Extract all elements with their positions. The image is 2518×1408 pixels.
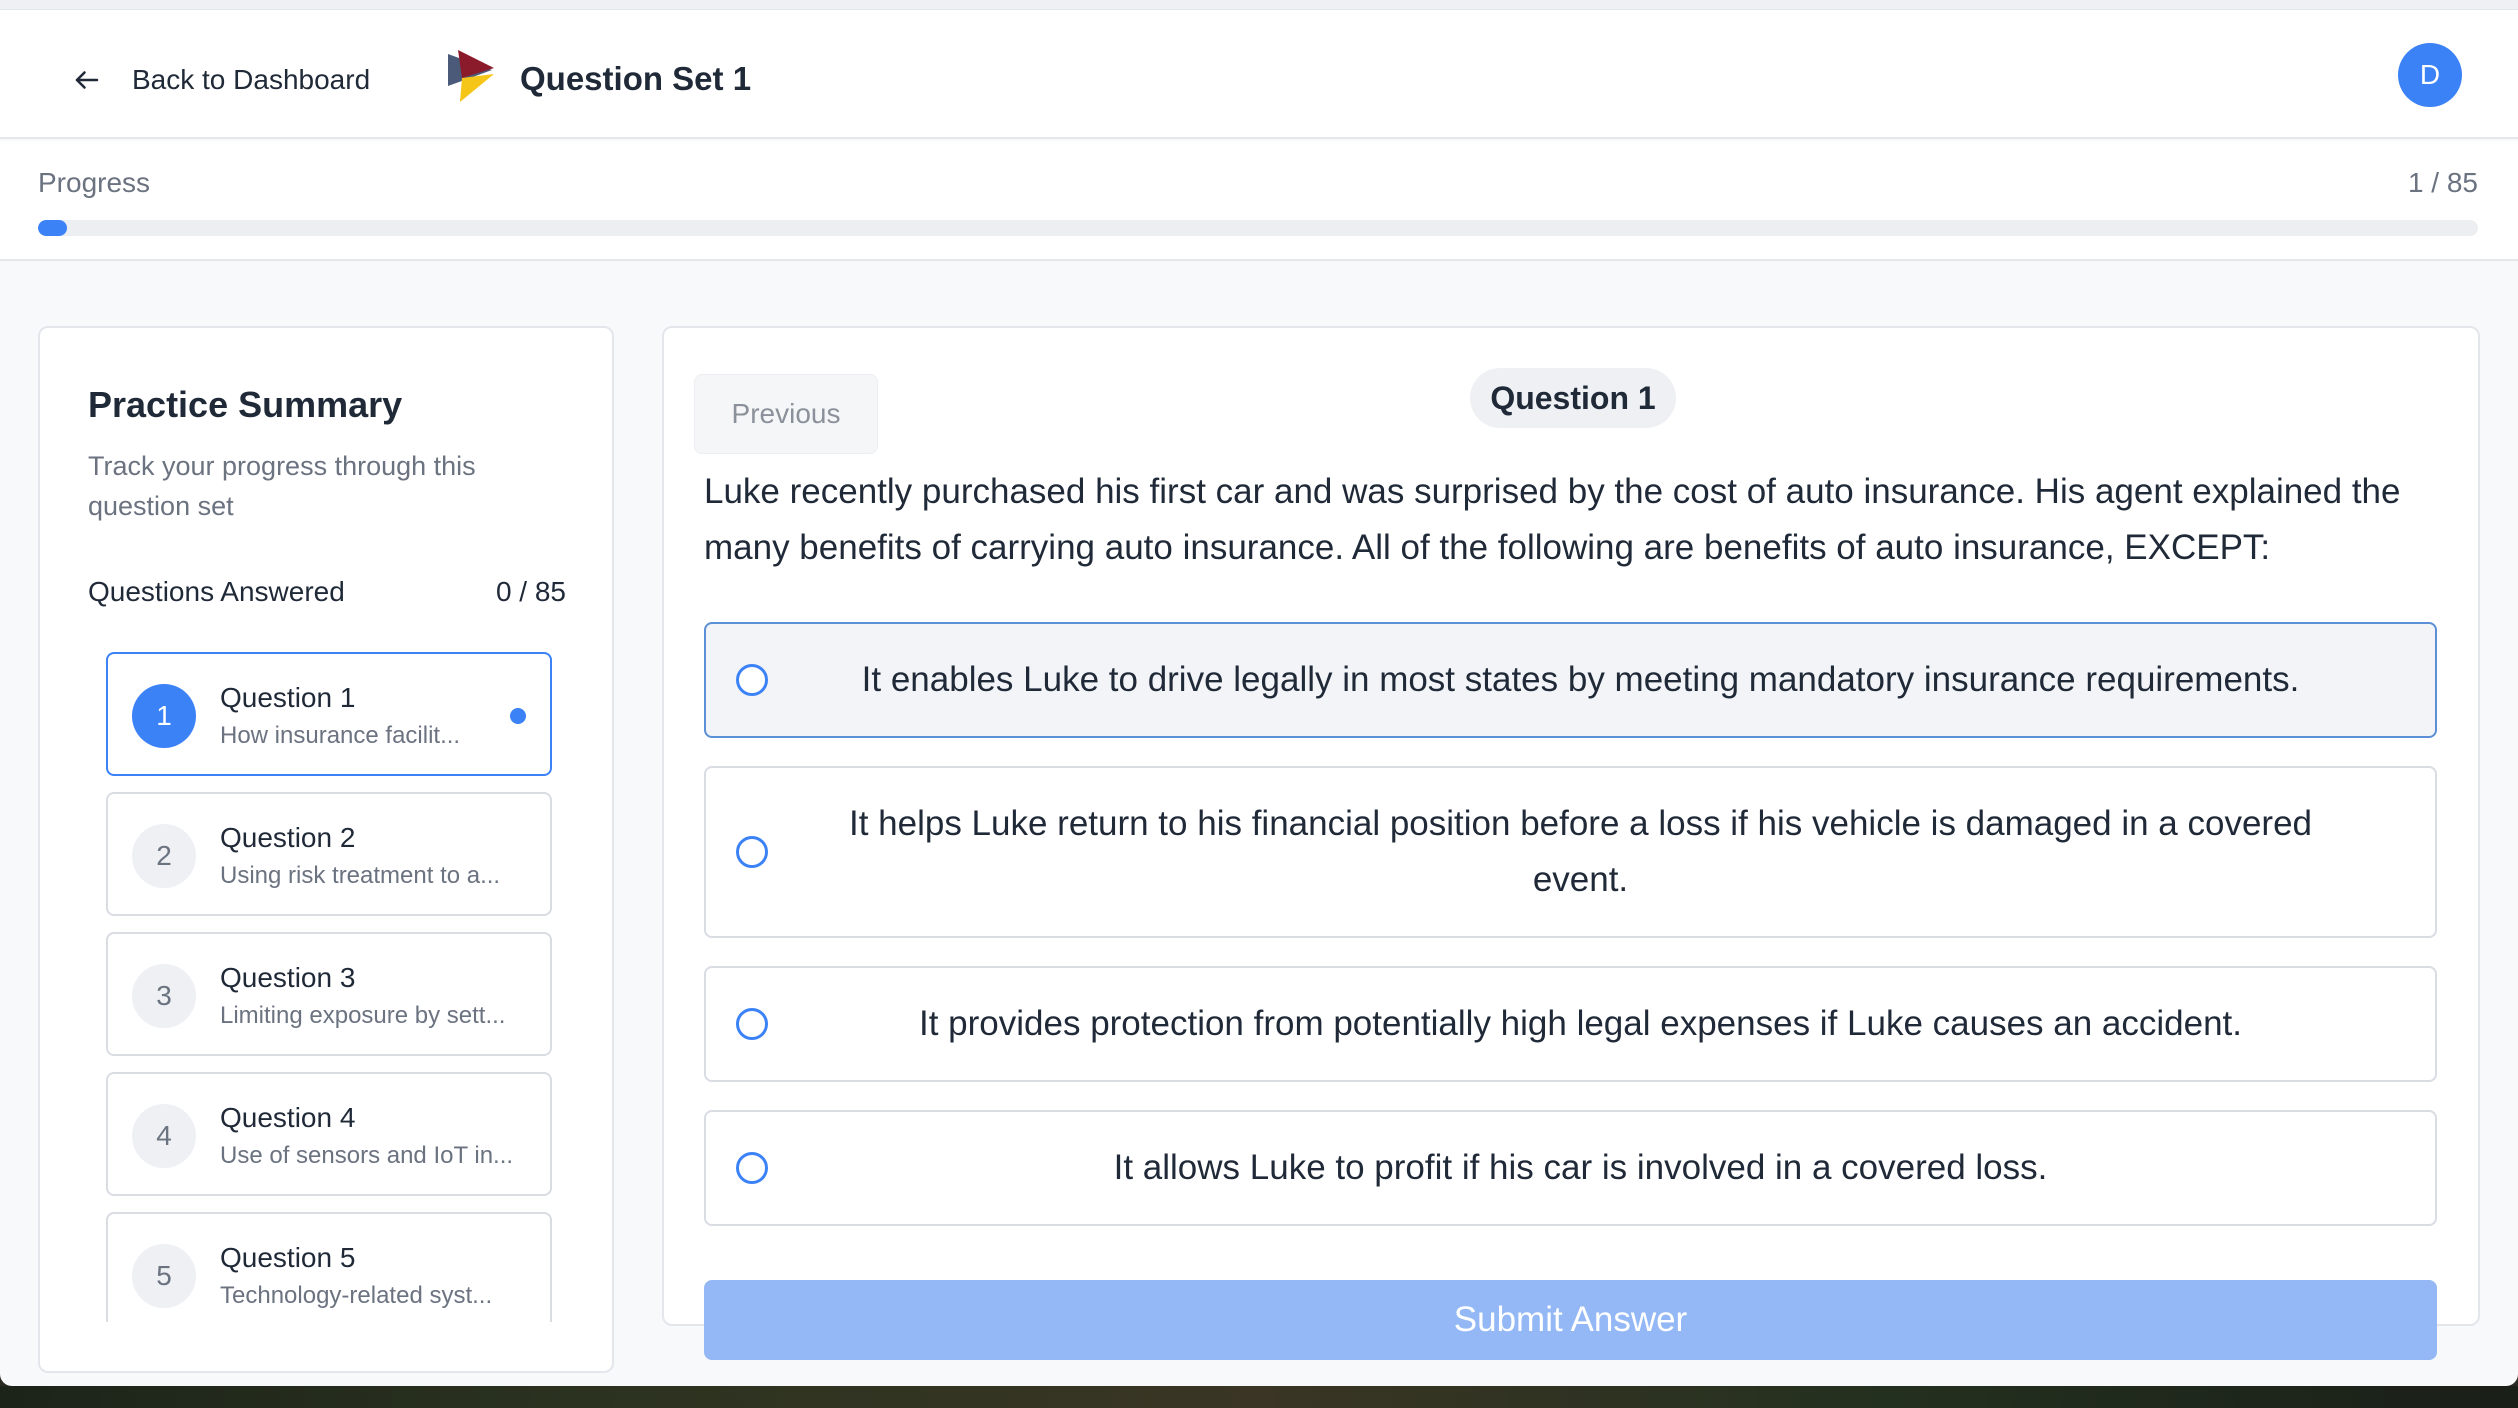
practice-summary-panel: Practice Summary Track your progress thr… (38, 326, 614, 1373)
question-number-badge: 1 (132, 684, 196, 748)
previous-button[interactable]: Previous (694, 374, 878, 454)
progress-bar (38, 220, 2478, 236)
top-header: Back to Dashboard Question Set 1 D (0, 10, 2518, 139)
question-text: Luke recently purchased his first car an… (704, 472, 2401, 567)
progress-bar-fill (38, 220, 67, 236)
question-item-title: Question 4 (220, 1102, 356, 1133)
question-item-snippet: Using risk treatment to a... (220, 862, 501, 889)
radio-button[interactable] (736, 664, 768, 696)
question-item-title: Question 2 (220, 822, 356, 853)
question-item-title: Question 5 (220, 1242, 356, 1273)
user-avatar[interactable]: D (2398, 43, 2462, 107)
submit-answer-button[interactable]: Submit Answer (704, 1280, 2437, 1360)
question-set-title: Question Set 1 (520, 60, 752, 97)
question-number-badge: 2 (132, 824, 196, 888)
answer-option-b[interactable]: It helps Luke return to his financial po… (704, 766, 2437, 938)
progress-label: Progress (38, 167, 151, 198)
radio-button[interactable] (736, 1008, 768, 1040)
back-to-dashboard-label: Back to Dashboard (132, 64, 371, 95)
question-list-item[interactable]: 1 Question 1 How insurance facilit... (106, 652, 552, 776)
question-list-item[interactable]: 4 Question 4 Use of sensors and IoT in..… (106, 1072, 552, 1196)
radio-button[interactable] (736, 836, 768, 868)
question-number-badge: 4 (132, 1104, 196, 1168)
desktop-background-strip (0, 1386, 2518, 1408)
progress-count: 1 / 85 (2407, 167, 2478, 198)
question-item-snippet: How insurance facilit... (220, 722, 461, 749)
question-item-snippet: Technology-related syst... (220, 1282, 493, 1309)
question-list-item[interactable]: 3 Question 3 Limiting exposure by sett..… (106, 932, 552, 1056)
question-number-badge: 3 (132, 964, 196, 1028)
questions-answered-count: 0 / 85 (495, 576, 566, 607)
question-number-badge: 5 (132, 1244, 196, 1308)
question-panel: Previous Question 1 Luke recently purcha… (662, 326, 2480, 1360)
question-item-title: Question 1 (220, 682, 356, 713)
arrow-left-icon (75, 71, 99, 89)
answer-option-c[interactable]: It provides protection from potentially … (704, 966, 2437, 1082)
practice-summary-subtitle: Track your progress through this questio… (88, 451, 476, 521)
questions-answered-label: Questions Answered (88, 576, 345, 607)
answer-option-text: It provides protection from potentially … (919, 1004, 2242, 1043)
question-list-item[interactable]: 2 Question 2 Using risk treatment to a..… (106, 792, 552, 916)
answer-option-d[interactable]: It allows Luke to profit if his car is i… (704, 1110, 2437, 1226)
progress-section: Progress 1 / 85 (0, 141, 2518, 261)
questions-answered-row: Questions Answered 0 / 85 (88, 576, 566, 608)
answer-option-text: It helps Luke return to his financial po… (848, 804, 2313, 899)
app-logo-icon (448, 50, 494, 102)
question-list[interactable]: 1 Question 1 How insurance facilit... 2 … (106, 652, 552, 1322)
question-item-snippet: Limiting exposure by sett... (220, 1002, 506, 1029)
window-top-edge (0, 0, 2518, 10)
answer-option-text: It allows Luke to profit if his car is i… (1113, 1148, 2048, 1187)
practice-summary-title: Practice Summary (88, 384, 403, 425)
question-item-snippet: Use of sensors and IoT in... (220, 1142, 514, 1169)
answer-option-text: It enables Luke to drive legally in most… (861, 660, 2300, 699)
radio-button[interactable] (736, 1152, 768, 1184)
question-item-title: Question 3 (220, 962, 356, 993)
answer-option-a[interactable]: It enables Luke to drive legally in most… (704, 622, 2437, 738)
question-list-item[interactable]: 5 Question 5 Technology-related syst... (106, 1212, 552, 1322)
question-badge: Question 1 (1470, 368, 1676, 428)
current-question-dot-icon (510, 708, 526, 724)
app-window: Back to Dashboard Question Set 1 D Progr… (0, 0, 2518, 1386)
back-to-dashboard-button[interactable]: Back to Dashboard (72, 54, 370, 106)
